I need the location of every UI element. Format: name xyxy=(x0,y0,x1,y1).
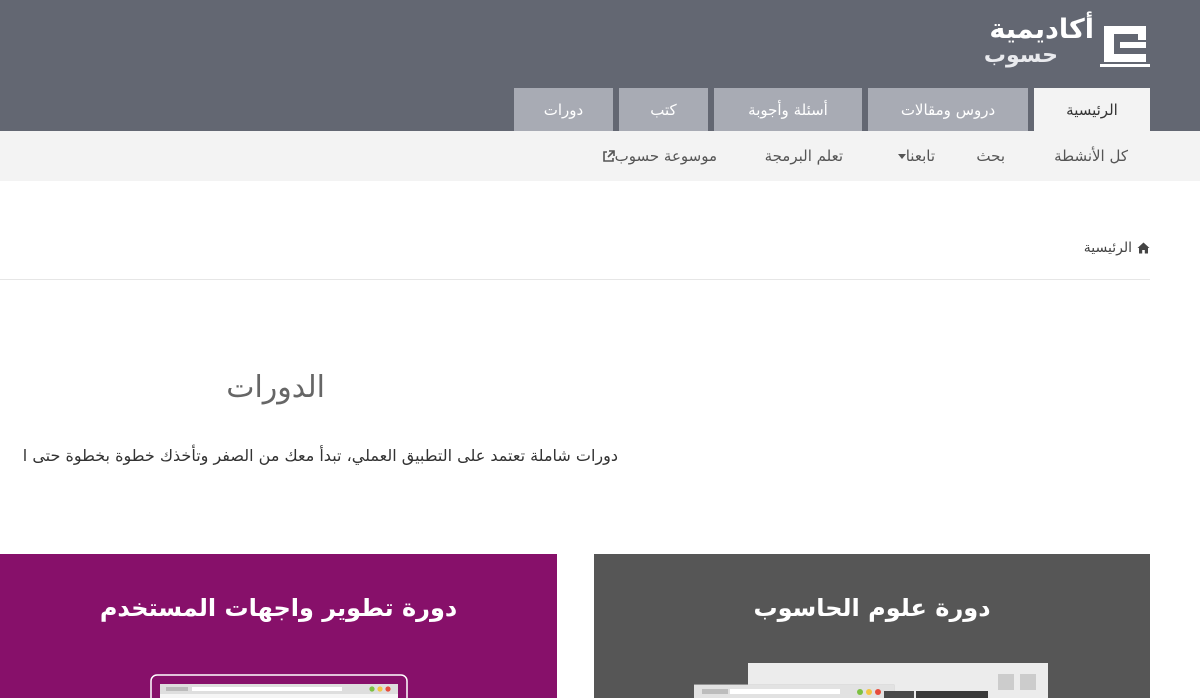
tab-tutorials[interactable]: دروس ومقالات xyxy=(868,88,1028,131)
course-title: دورة علوم الحاسوب xyxy=(753,594,991,622)
course-card-computer-science[interactable]: دورة علوم الحاسوب xyxy=(594,554,1150,698)
browser-window-illustration xyxy=(694,663,1048,698)
brand-subtitle: حسوب xyxy=(983,43,1058,68)
breadcrumb: الرئيسية xyxy=(1084,240,1150,256)
tab-questions[interactable]: أسئلة وأجوبة xyxy=(714,88,862,131)
brand-logo[interactable]: أكاديمية حسوب xyxy=(982,14,1152,72)
subnav-hsoub-wiki[interactable]: موسوعة حسوب xyxy=(597,131,717,181)
course-card-ui-development[interactable]: دورة تطوير واجهات المستخدم xyxy=(0,554,557,698)
subnav-search[interactable]: بحث xyxy=(976,131,1005,181)
caret-down-icon xyxy=(897,154,906,159)
tab-home[interactable]: الرئيسية xyxy=(1034,88,1150,131)
breadcrumb-home[interactable]: الرئيسية xyxy=(1084,240,1132,256)
academy-logo-icon xyxy=(1100,26,1150,67)
subnav-learn-programming[interactable]: تعلم البرمجة xyxy=(765,131,843,181)
browser-window-illustration xyxy=(150,674,408,698)
home-icon xyxy=(1137,242,1150,254)
tab-courses[interactable]: دورات xyxy=(514,88,613,131)
course-title: دورة تطوير واجهات المستخدم xyxy=(99,594,458,622)
subnav-follow-us[interactable]: تابعنا xyxy=(893,131,935,181)
sub-navigation: كل الأنشطة بحث تابعنا تعلم البرمجة موسوع… xyxy=(0,131,1200,181)
section-divider xyxy=(0,279,1150,280)
page-title: الدورات xyxy=(226,370,325,405)
tab-books[interactable]: كتب xyxy=(619,88,708,131)
external-link-icon xyxy=(602,150,615,162)
site-header: أكاديمية حسوب الرئيسية دروس ومقالات أسئل… xyxy=(0,0,1200,131)
page-description: دورات شاملة تعتمد على التطبيق العملي، تب… xyxy=(22,446,618,465)
subnav-all-activities[interactable]: كل الأنشطة xyxy=(1054,131,1128,181)
